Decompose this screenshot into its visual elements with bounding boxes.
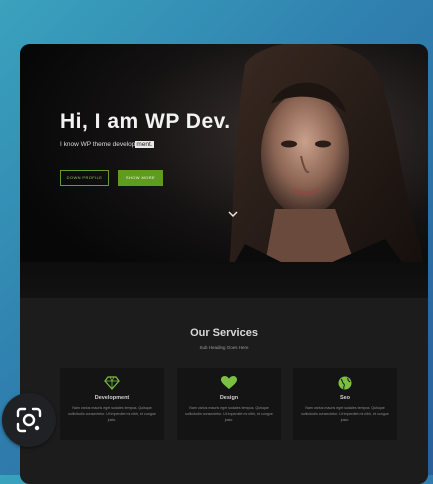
services-section: Our Services Sub Heading Goes Here Devel… xyxy=(20,298,428,484)
service-card-title: Design xyxy=(219,395,239,401)
down-profile-button[interactable]: DOWN PROFILE xyxy=(60,170,109,186)
google-lens-icon xyxy=(16,407,42,433)
hero-bottom-strip xyxy=(20,262,428,298)
service-card-development[interactable]: Development Nam varius mauris eget sodal… xyxy=(60,368,164,440)
hero-portrait-image xyxy=(215,44,428,298)
heart-icon xyxy=(221,376,237,389)
service-card-seo[interactable]: Seo Nam varius mauris eget sodales tempu… xyxy=(293,368,397,440)
services-subheading: Sub Heading Goes Here xyxy=(199,345,249,350)
chevron-down-icon[interactable] xyxy=(228,210,238,218)
services-heading: Our Services xyxy=(190,327,258,339)
service-card-title: Seo xyxy=(339,395,351,401)
service-card-design[interactable]: Design Nam varius mauris eget sodales te… xyxy=(177,368,281,440)
diamond-icon xyxy=(104,376,120,390)
service-card-body: Nam varius mauris eget sodales tempus. Q… xyxy=(68,406,156,422)
hero-tagline: I know WP theme development. xyxy=(60,141,154,148)
service-card-body: Nam varius mauris eget sodales tempus. Q… xyxy=(301,406,389,422)
hero-tagline-selected-text: ment. xyxy=(135,141,154,148)
globe-icon xyxy=(338,376,352,390)
show-more-button[interactable]: SHOW MORE xyxy=(118,170,163,186)
website-screenshot-card: Hi, I am WP Dev. I know WP theme develop… xyxy=(20,44,428,484)
hero-title: Hi, I am WP Dev. xyxy=(60,110,231,133)
service-card-title: Development xyxy=(94,395,130,401)
google-lens-button[interactable] xyxy=(2,393,56,447)
hero-tagline-text: I know WP theme develop xyxy=(60,141,136,148)
service-card-body: Nam varius mauris eget sodales tempus. Q… xyxy=(185,406,273,422)
hero-section: Hi, I am WP Dev. I know WP theme develop… xyxy=(20,44,428,298)
